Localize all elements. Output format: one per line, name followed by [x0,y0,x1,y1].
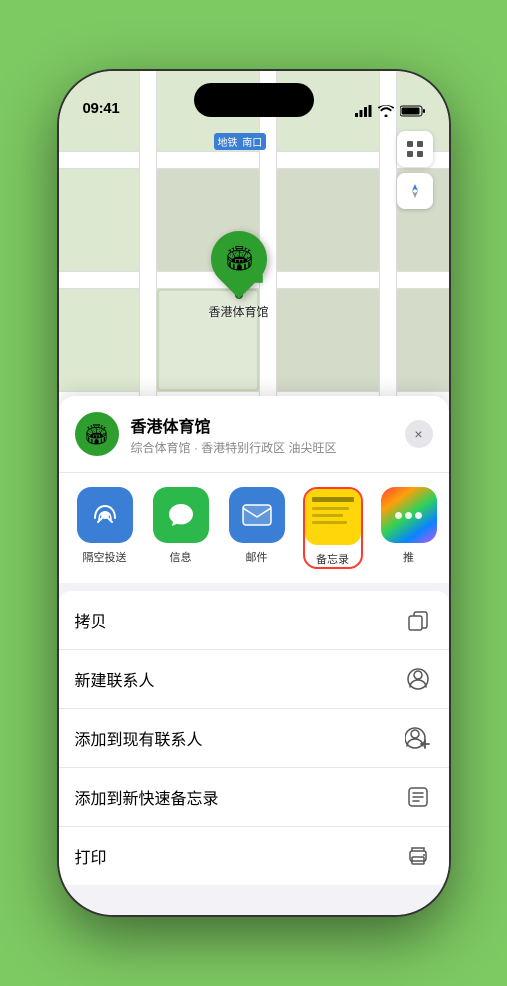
bottom-sheet: 🏟 香港体育馆 综合体育馆 · 香港特别行政区 油尖旺区 × [59,396,449,915]
map-label: 地铁 南口 [214,133,267,150]
stadium-marker[interactable]: 🏟 香港体育馆 [209,231,269,320]
status-time: 09:41 [83,100,120,117]
more-label: 推 [403,549,414,565]
copy-icon [403,605,433,635]
action-quick-note-label: 添加到新快速备忘录 [75,785,219,809]
share-item-notes[interactable]: 备忘录 [303,487,363,569]
status-icons [355,105,425,117]
new-contact-icon [403,664,433,694]
action-add-existing-label: 添加到现有联系人 [75,726,203,750]
quick-note-icon [403,782,433,812]
venue-icon: 🏟 [84,422,109,447]
close-button[interactable]: × [405,420,433,448]
mail-label: 邮件 [246,549,268,565]
location-button[interactable] [397,173,433,209]
location-subtitle: 综合体育馆 · 香港特别行政区 油尖旺区 [131,439,393,456]
compass-icon [406,182,424,200]
action-print-label: 打印 [75,844,107,868]
action-add-existing[interactable]: 添加到现有联系人 [59,709,449,768]
notes-label: 备忘录 [316,551,349,567]
share-item-more[interactable]: 推 [379,487,439,565]
share-item-mail[interactable]: 邮件 [227,487,287,565]
phone-frame: 09:41 [59,71,449,915]
print-icon [403,841,433,871]
location-header: 🏟 香港体育馆 综合体育馆 · 香港特别行政区 油尖旺区 × [59,396,449,473]
action-print[interactable]: 打印 [59,827,449,885]
notes-icon-wrap [305,489,361,545]
battery-icon [400,105,425,117]
map-controls [397,131,433,209]
action-copy[interactable]: 拷贝 [59,591,449,650]
map-label-badge: 地铁 南口 [214,133,267,150]
add-contact-icon [403,723,433,753]
location-info: 香港体育馆 综合体育馆 · 香港特别行政区 油尖旺区 [131,413,393,456]
more-icon-wrap [381,487,437,543]
marker-label: 香港体育馆 [209,303,269,320]
signal-icon [355,105,372,117]
share-item-messages[interactable]: 信息 [151,487,211,565]
airdrop-icon [90,500,120,530]
messages-icon [166,501,196,529]
wifi-icon [378,105,394,117]
messages-icon-wrap [153,487,209,543]
action-new-contact-label: 新建联系人 [75,667,155,691]
phone-screen: 09:41 [59,71,449,915]
actions-list: 拷贝 新建联系人 [59,591,449,885]
action-new-contact[interactable]: 新建联系人 [59,650,449,709]
airdrop-icon-wrap [77,487,133,543]
airdrop-label: 隔空投送 [83,549,127,565]
dynamic-island [194,83,314,117]
stadium-icon: 🏟 [223,245,253,274]
mail-icon-wrap [229,487,285,543]
map-view-button[interactable] [397,131,433,167]
map-icon [405,139,425,159]
subway-icon: 地铁 [218,138,238,149]
share-item-airdrop[interactable]: 隔空投送 [75,487,135,565]
mail-icon [241,503,273,527]
action-copy-label: 拷贝 [75,608,107,632]
action-quick-note[interactable]: 添加到新快速备忘录 [59,768,449,827]
marker-pin: 🏟 [199,219,278,298]
location-name: 香港体育馆 [131,413,393,437]
location-icon: 🏟 [75,412,119,456]
messages-label: 信息 [170,549,192,565]
share-row: 隔空投送 信息 [59,473,449,591]
